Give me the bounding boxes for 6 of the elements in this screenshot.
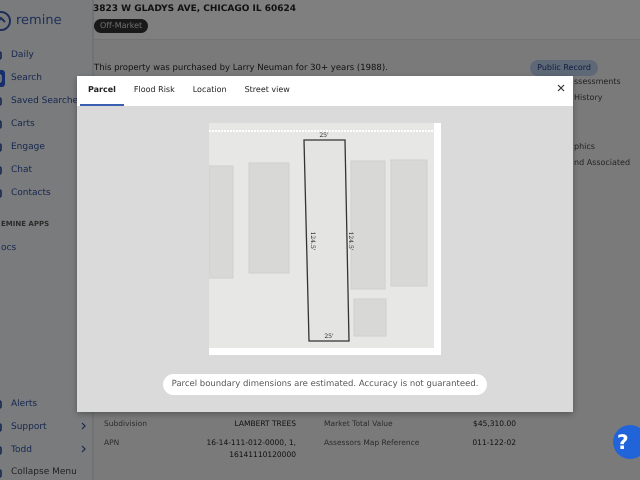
logo-text: remine [16,12,62,30]
source-badge: Public Record [530,60,598,76]
property-address: 3823 W GLADYS AVE, CHICAGO IL 60624 [93,3,298,16]
disclaimer-note: Parcel boundary dimensions are estimated. Accuracy is not guaranteed. [162,374,488,395]
status-badge: Off-Market [94,18,148,32]
purchase-summary: This property was purchased by Larry Neuman for 30+ years (1988). [94,62,388,75]
